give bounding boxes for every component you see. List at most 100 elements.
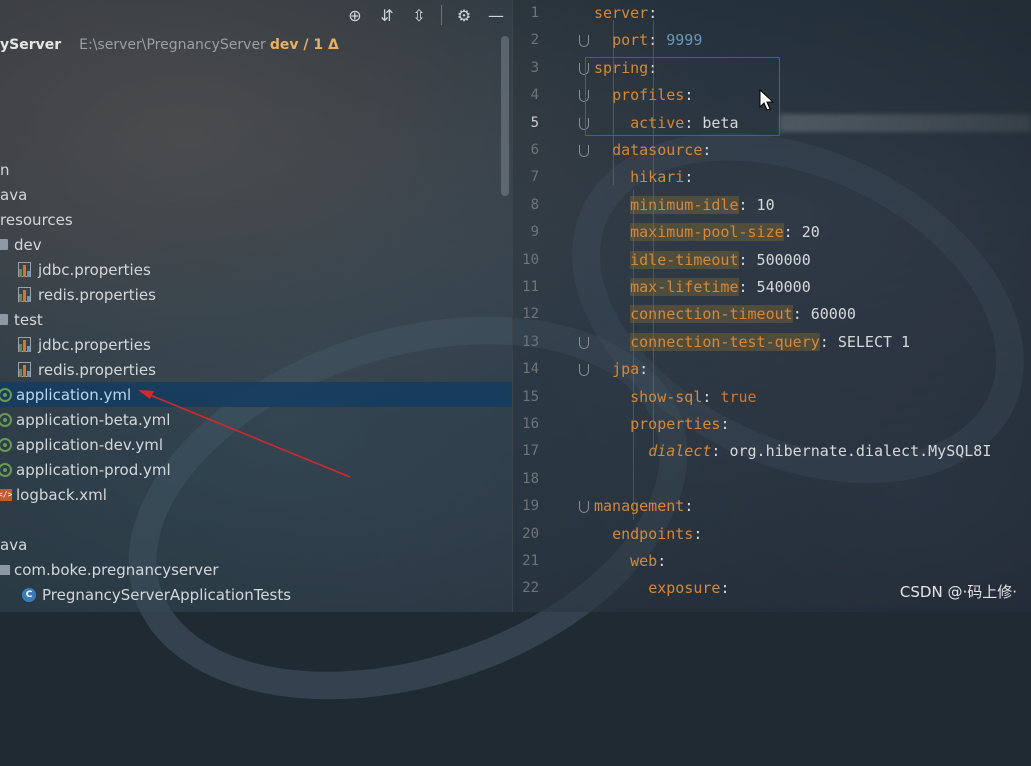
code-token: : [702, 141, 712, 159]
properties-file-icon [18, 336, 32, 353]
tree-item[interactable]: jdbc.properties [0, 257, 151, 282]
test-class-icon: C [22, 587, 36, 602]
line-number: 12 [522, 306, 539, 323]
line-number: 4 [530, 87, 539, 104]
line-number: 3 [530, 59, 539, 76]
code-token: exposure [648, 579, 721, 598]
fold-marker-icon[interactable] [579, 35, 589, 48]
folder-icon [0, 314, 8, 325]
tree-item-label: logback.xml [16, 485, 107, 504]
tree-item-label: ava [0, 535, 28, 554]
code-line: exposure: [594, 575, 729, 602]
code-line: server: [594, 0, 657, 27]
tree-item[interactable]: redis.properties [0, 282, 156, 307]
code-token: : 60000 [792, 305, 856, 324]
properties-file-icon [18, 361, 32, 378]
code-line: jpa: [594, 356, 648, 383]
tree-item[interactable]: application-beta.yml [0, 407, 170, 432]
package-icon [0, 564, 10, 575]
tree-item-label: PregnancyServerApplicationTests [42, 585, 292, 604]
line-number: 10 [522, 251, 539, 268]
fold-marker-icon[interactable] [579, 501, 589, 514]
line-number: 15 [522, 388, 539, 405]
code-token: dialect [648, 442, 712, 461]
redacted-area [780, 114, 1031, 132]
tree-item[interactable]: resources [0, 207, 73, 232]
line-number: 2 [530, 32, 539, 49]
tree-item-label: application-beta.yml [16, 410, 171, 429]
tree-scrollbar[interactable] [501, 36, 509, 196]
tree-item[interactable]: test [0, 307, 43, 332]
tree-item-label: jdbc.properties [38, 260, 151, 279]
code-token: hikari [630, 168, 685, 187]
line-number: 22 [522, 580, 539, 597]
project-tool-window: ⊕ ⇵ ⇳ ⚙ — yServer E:\server\PregnancySer… [0, 0, 512, 612]
expand-all-icon[interactable]: ⇵ [371, 0, 403, 30]
tree-item[interactable]: ava [0, 532, 27, 557]
tree-item[interactable]: redis.properties [0, 357, 156, 382]
line-number: 6 [530, 142, 539, 158]
tree-item-label: dev [14, 235, 42, 254]
project-toolbar: ⊕ ⇵ ⇳ ⚙ — [332, 0, 512, 30]
line-number: 7 [530, 169, 539, 186]
fold-marker-icon[interactable] [579, 364, 589, 377]
code-token: max-lifetime [630, 278, 739, 296]
code-token: minimum-idle [630, 195, 739, 214]
code-token: : SELECT 1 [819, 332, 911, 351]
xml-file-icon: </> [0, 488, 13, 501]
tree-item[interactable]: application-prod.yml [0, 457, 171, 482]
yml-file-icon [0, 462, 12, 477]
tree-item[interactable]: C PregnancyServerApplicationTests [0, 582, 291, 607]
tree-item[interactable]: ava [0, 182, 27, 207]
indent-guide [633, 190, 634, 520]
line-number: 13 [522, 333, 539, 350]
code-token: connection-timeout [630, 305, 793, 324]
code-line: endpoints: [594, 521, 702, 548]
line-number: 19 [522, 498, 539, 515]
code-token: : [720, 579, 730, 598]
tree-item-label: ava [0, 185, 28, 204]
code-token: show-sql [630, 387, 703, 406]
mouse-cursor-icon [759, 89, 775, 111]
watermark: CSDN @·码上修· [899, 583, 1017, 601]
collapse-all-icon[interactable]: ⇳ [403, 0, 435, 30]
line-number: 11 [522, 279, 539, 295]
tree-item[interactable]: application-dev.yml [0, 432, 163, 457]
tree-item[interactable]: application.yml [0, 382, 512, 407]
tree-item-label: redis.properties [38, 285, 156, 304]
line-number: 14 [522, 361, 539, 378]
line-number: 17 [522, 443, 539, 460]
code-token: : org.hibernate.dialect.MySQL8I [711, 442, 992, 461]
tree-item[interactable]: n [0, 157, 10, 182]
code-token: : [693, 524, 703, 543]
vcs-status: dev / 1 Δ [269, 37, 339, 53]
tree-item-label: test [14, 310, 43, 329]
tree-item[interactable]: jdbc.properties [0, 332, 151, 357]
locate-icon[interactable]: ⊕ [339, 0, 371, 30]
line-number: 21 [522, 553, 539, 569]
fold-marker-icon[interactable] [579, 336, 589, 349]
properties-file-icon [18, 261, 32, 278]
code-line: properties: [594, 411, 729, 438]
code-token: server [594, 4, 649, 22]
code-token: : 20 [783, 223, 820, 242]
tree-item-label: resources [0, 210, 73, 229]
code-token: true [720, 387, 757, 406]
minimize-icon[interactable]: — [480, 0, 512, 30]
project-root-row[interactable]: yServer E:\server\PregnancyServer dev / … [0, 33, 339, 57]
tree-item[interactable]: dev [0, 232, 42, 257]
gear-icon[interactable]: ⚙ [448, 0, 480, 30]
line-number: 20 [522, 525, 539, 542]
code-line: port: 9999 [594, 27, 702, 54]
fold-marker-icon[interactable] [579, 145, 589, 157]
code-line: minimum-idle: 10 [594, 192, 775, 219]
tree-item[interactable]: </> logback.xml [0, 482, 107, 507]
tree-item[interactable]: com.boke.pregnancyserver [0, 557, 219, 582]
